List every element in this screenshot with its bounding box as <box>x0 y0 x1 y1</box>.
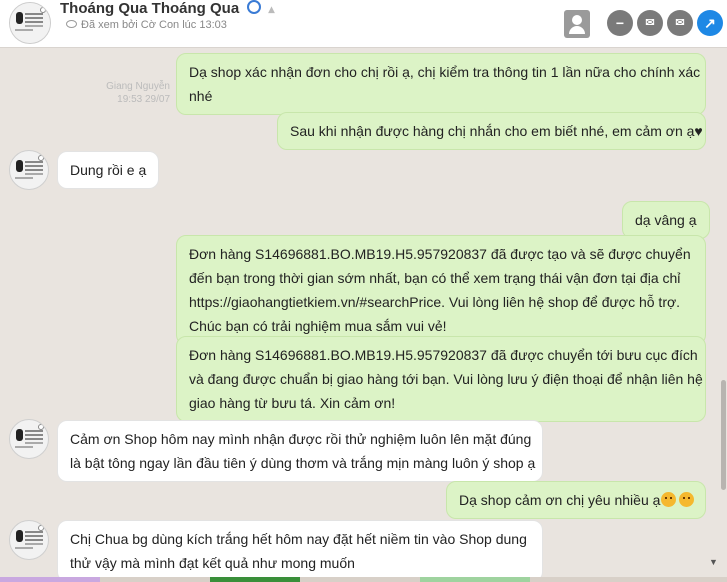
message-line: nhé <box>189 88 213 104</box>
message-line: là bật tông ngay lần đầu tiên ý dùng thơ… <box>70 455 536 471</box>
sender-avatar[interactable] <box>9 520 49 560</box>
chat-header: Thoáng Qua Thoáng Qua ▴ Đã xem bởi Cờ Co… <box>0 0 727 48</box>
profile-icon[interactable] <box>564 10 590 38</box>
message-line: dạ vâng ạ <box>635 212 697 228</box>
message-bubble-sent[interactable]: Sau khi nhận được hàng chị nhắn cho em b… <box>277 112 706 150</box>
message-bubble-sent[interactable]: Đơn hàng S14696881.BO.MB19.H5.957920837 … <box>176 336 706 422</box>
message-bubble-received[interactable]: Cảm ơn Shop hôm nay mình nhận được rồi t… <box>57 420 543 482</box>
message-line: https://giaohangtietkiem.vn/#searchPrice… <box>189 294 681 310</box>
message-line: Đơn hàng S14696881.BO.MB19.H5.957920837 … <box>189 347 698 363</box>
sender-avatar[interactable] <box>9 150 49 190</box>
sender-avatar[interactable] <box>9 419 49 459</box>
minimize-icon[interactable]: − <box>607 10 633 36</box>
message-line: Dạ shop xác nhận đơn cho chị rồi ạ, chị … <box>189 64 701 80</box>
message-line: Sau khi nhận được hàng chị nhắn cho em b… <box>290 123 703 139</box>
inbox-icon[interactable]: ✉ <box>667 10 693 36</box>
sender-meta: Giang Nguyễn 19:53 29/07 <box>100 80 170 106</box>
message-line: Chúc bạn có trải nghiệm mua sắm vui vẻ! <box>189 318 447 334</box>
seen-status: Đã xem bởi Cờ Con lúc 13:03 <box>66 19 227 31</box>
message-bubble-sent[interactable]: Đơn hàng S14696881.BO.MB19.H5.957920837 … <box>176 235 706 345</box>
contact-name-row[interactable]: Thoáng Qua Thoáng Qua ▴ <box>60 0 275 17</box>
grin-emoji-icon <box>679 492 695 507</box>
verified-icon <box>247 0 262 14</box>
message-line: giao hàng từ bưu tá. Xin cảm ơn! <box>189 395 396 411</box>
birthday-icon: ▴ <box>268 2 275 16</box>
eye-icon <box>66 20 77 28</box>
scroll-down-arrow-icon[interactable]: ▼ <box>709 557 718 567</box>
message-line: Dạ shop cảm ơn chị yêu nhiều ạ <box>459 492 661 508</box>
message-line: Cảm ơn Shop hôm nay mình nhận được rồi t… <box>70 431 532 447</box>
contact-avatar[interactable] <box>9 2 51 44</box>
bottom-tabs-strip <box>0 577 727 582</box>
message-bubble-sent[interactable]: Dạ shop xác nhận đơn cho chị rồi ạ, chị … <box>176 53 706 115</box>
message-bubble-sent[interactable]: dạ vâng ạ <box>622 201 710 239</box>
message-line: Chị Chua bg dùng kích trắng hết hôm nay … <box>70 531 527 547</box>
message-bubble-received[interactable]: Dung rồi e ạ <box>57 151 160 189</box>
contact-name[interactable]: Thoáng Qua Thoáng Qua <box>60 0 239 17</box>
message-bubble-received[interactable]: Chị Chua bg dùng kích trắng hết hôm nay … <box>57 520 543 582</box>
chat-scroll-thumb[interactable] <box>721 380 726 490</box>
wink-kiss-emoji-icon <box>661 492 677 507</box>
open-external-icon[interactable]: ↗ <box>697 10 723 36</box>
message-bubble-sent[interactable]: Dạ shop cảm ơn chị yêu nhiều ạ <box>446 481 706 519</box>
chat-scrollbar[interactable] <box>720 48 727 582</box>
message-line: và đang được chuẩn bị giao hàng tới bạn.… <box>189 371 703 387</box>
message-line: Đơn hàng S14696881.BO.MB19.H5.957920837 … <box>189 246 691 262</box>
mail-icon[interactable]: ✉ <box>637 10 663 36</box>
seen-status-text: Đã xem bởi Cờ Con lúc 13:03 <box>81 19 227 31</box>
message-line: thử vậy mà mình đạt kết quả như mong muố… <box>70 555 355 571</box>
message-line: Dung rồi e ạ <box>70 162 147 178</box>
message-line: đến bạn trong thời gian sớm nhất, bạn có… <box>189 270 681 286</box>
sender-time: 19:53 29/07 <box>117 94 170 105</box>
sender-name: Giang Nguyễn <box>106 81 170 92</box>
